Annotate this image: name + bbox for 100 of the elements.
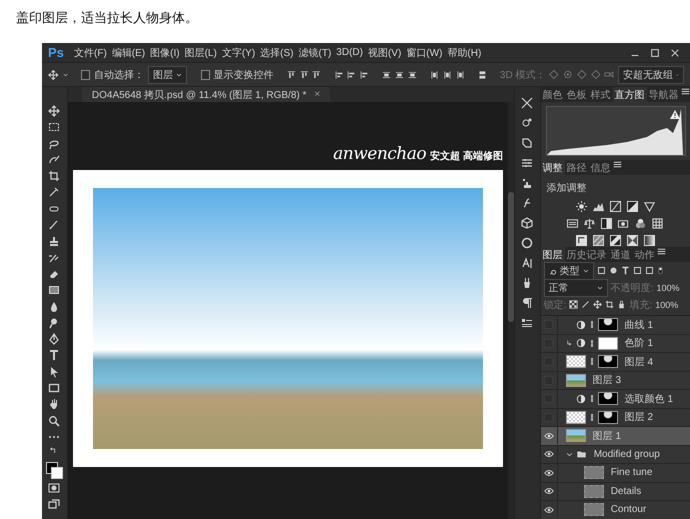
layer-row[interactable]: 图层 3 bbox=[540, 372, 690, 390]
caret-icon[interactable] bbox=[566, 450, 573, 458]
lock-paint-icon[interactable] bbox=[581, 300, 590, 309]
gradient-icon[interactable] bbox=[48, 284, 60, 296]
layer-row[interactable]: Details bbox=[540, 482, 690, 501]
paragraph-icon[interactable] bbox=[521, 297, 534, 309]
distribute-center-icon[interactable] bbox=[442, 70, 452, 80]
layer-row[interactable]: Fine tune bbox=[540, 464, 690, 482]
panel-tab[interactable]: 颜色 bbox=[540, 87, 565, 102]
marquee-icon[interactable] bbox=[48, 121, 60, 134]
selective-color-icon[interactable] bbox=[626, 235, 638, 246]
warning-icon[interactable] bbox=[670, 110, 680, 119]
adjustment-filter-icon[interactable] bbox=[608, 266, 618, 275]
brush-icon[interactable] bbox=[48, 219, 60, 232]
link-icon[interactable] bbox=[588, 338, 595, 349]
paragraph-style-icon[interactable] bbox=[521, 317, 534, 329]
lookup-grid-icon[interactable] bbox=[652, 218, 664, 229]
maximize-icon[interactable] bbox=[650, 48, 660, 58]
layer-row[interactable]: 色阶 1 bbox=[540, 334, 690, 353]
link-icon[interactable] bbox=[588, 393, 595, 404]
caret-icon[interactable] bbox=[176, 72, 182, 78]
levels-icon[interactable] bbox=[592, 201, 604, 212]
rectangle-icon[interactable] bbox=[48, 382, 60, 394]
blend-mode-dropdown[interactable]: 正常 bbox=[544, 278, 608, 296]
mask-thumbnail[interactable] bbox=[598, 355, 618, 368]
path-select-icon[interactable] bbox=[48, 366, 60, 378]
brightness-icon[interactable] bbox=[576, 201, 587, 212]
distribute-middle-icon[interactable] bbox=[395, 70, 404, 80]
balance-icon[interactable] bbox=[584, 218, 596, 229]
cube-icon[interactable] bbox=[521, 217, 534, 229]
type-filter-icon[interactable] bbox=[620, 266, 630, 275]
menu-item[interactable]: 编辑(E) bbox=[110, 46, 146, 60]
panel-tab[interactable]: 通道 bbox=[608, 247, 633, 262]
target-dropdown[interactable]: 图层 bbox=[148, 66, 188, 84]
gradient-map-icon[interactable] bbox=[644, 235, 655, 246]
menu-item[interactable]: 文字(Y) bbox=[220, 46, 256, 60]
brush-settings-icon[interactable] bbox=[521, 97, 534, 109]
eye-icon[interactable] bbox=[544, 486, 554, 496]
posterize-icon[interactable] bbox=[592, 235, 604, 246]
smart-object-filter-icon[interactable] bbox=[644, 266, 654, 275]
distribute-right-icon[interactable] bbox=[456, 70, 464, 80]
pen-icon[interactable] bbox=[48, 333, 60, 346]
invert-icon[interactable] bbox=[576, 235, 587, 246]
panel-tab[interactable]: 动作 bbox=[632, 247, 657, 262]
layer-row[interactable]: Modified group bbox=[540, 446, 690, 464]
panel-tab[interactable]: 图层 bbox=[540, 247, 565, 262]
menu-item[interactable]: 图像(I) bbox=[149, 46, 181, 60]
stamp-presets-icon[interactable] bbox=[521, 177, 534, 189]
checkbox[interactable] bbox=[81, 70, 90, 80]
menu-item[interactable]: 文件(F) bbox=[73, 46, 108, 60]
quick-mask-icon[interactable] bbox=[48, 482, 60, 494]
eye-icon[interactable] bbox=[544, 468, 554, 478]
distribute-top-icon[interactable] bbox=[382, 70, 392, 80]
move-tool-icon[interactable] bbox=[48, 68, 59, 80]
menu-item[interactable]: 3D(D) bbox=[335, 47, 364, 58]
channel-mixer-icon[interactable] bbox=[635, 218, 646, 229]
move-icon[interactable] bbox=[48, 105, 60, 117]
mask-thumbnail[interactable] bbox=[598, 410, 618, 424]
triangle-icon[interactable] bbox=[644, 201, 655, 212]
eye-icon[interactable] bbox=[544, 449, 554, 460]
menu-item[interactable]: 窗口(W) bbox=[405, 46, 444, 60]
tab-close-button[interactable]: × bbox=[314, 89, 320, 100]
layer-row[interactable]: 图层 4 bbox=[540, 353, 690, 372]
filter-toggle-icon[interactable] bbox=[656, 265, 664, 276]
filter-dropdown[interactable]: 类型 bbox=[544, 262, 594, 280]
panel-tab[interactable]: 直方图 bbox=[612, 87, 647, 102]
screen-mode-icon[interactable] bbox=[48, 498, 60, 510]
panel-tab[interactable]: 色板 bbox=[564, 87, 589, 102]
align-middle-icon[interactable] bbox=[300, 70, 308, 80]
lock-position-icon[interactable] bbox=[593, 300, 602, 309]
menu-item[interactable]: 选择(S) bbox=[259, 46, 294, 60]
sliders-icon[interactable] bbox=[521, 157, 534, 169]
panel-tab[interactable]: 调整 bbox=[540, 160, 565, 175]
auto-align-icon[interactable] bbox=[478, 70, 487, 80]
monochrome-icon[interactable] bbox=[601, 218, 612, 229]
lock-pixels-icon[interactable] bbox=[569, 300, 578, 309]
menu-item[interactable]: 视图(V) bbox=[366, 46, 402, 60]
distribute-left-icon[interactable] bbox=[430, 70, 439, 80]
type-tool-icon[interactable] bbox=[48, 349, 60, 362]
character-icon[interactable] bbox=[521, 257, 534, 269]
align-left-icon[interactable] bbox=[334, 70, 344, 80]
lock-icon[interactable] bbox=[617, 300, 626, 309]
layer-row[interactable]: 选取颜色 1 bbox=[540, 390, 690, 408]
exposure-icon[interactable] bbox=[626, 201, 638, 212]
link-icon[interactable] bbox=[588, 412, 595, 423]
close-icon[interactable] bbox=[670, 48, 680, 58]
vibrance-icon[interactable] bbox=[567, 218, 578, 229]
panel-menu-icon[interactable] bbox=[612, 160, 622, 169]
align-bottom-icon[interactable] bbox=[312, 70, 322, 80]
link-icon[interactable] bbox=[588, 356, 595, 368]
quick-select-icon[interactable] bbox=[48, 154, 60, 166]
document-tab[interactable]: DO4A5648 拷贝.psd @ 11.4% (图层 1, RGB/8) * × bbox=[82, 87, 330, 102]
mask-thumbnail[interactable] bbox=[598, 392, 618, 406]
lock-artboard-icon[interactable] bbox=[605, 300, 614, 309]
eyedropper-icon[interactable] bbox=[48, 186, 60, 198]
panel-tab[interactable]: 导航器 bbox=[646, 87, 681, 102]
lasso-icon[interactable] bbox=[48, 138, 60, 150]
mask-thumbnail[interactable] bbox=[598, 318, 618, 332]
panel-tab[interactable]: 样式 bbox=[588, 87, 613, 102]
opacity-value[interactable]: 100% bbox=[656, 282, 680, 292]
